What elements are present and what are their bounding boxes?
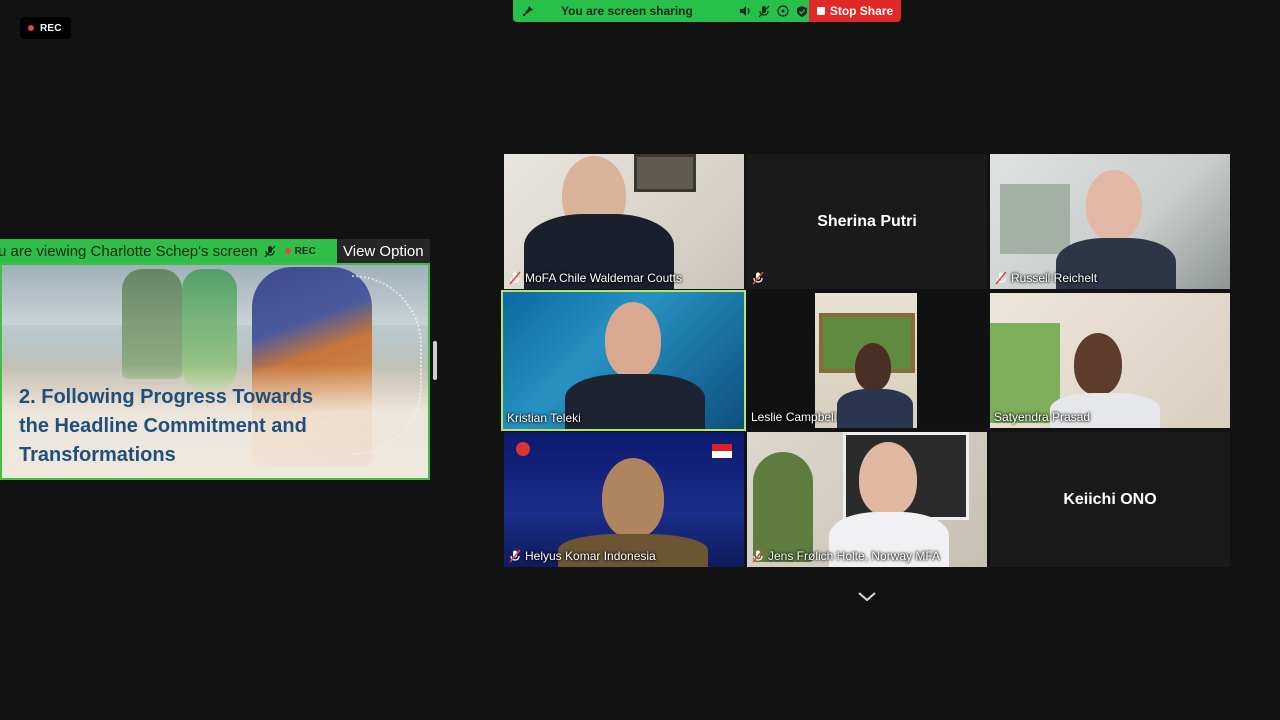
microphone-muted-icon[interactable] [757, 4, 771, 18]
slide-title: 2. Following Progress Towards the Headli… [19, 386, 314, 466]
participant-head [602, 458, 664, 538]
viewing-label: u are viewing Charlotte Schep's screen [0, 242, 258, 260]
participant-name-label: Russell Reichelt [994, 271, 1097, 285]
wall-picture [634, 154, 696, 192]
participant-name: Helyus Komar Indonesia [525, 549, 656, 563]
viewing-status: u are viewing Charlotte Schep's screen R… [0, 239, 337, 263]
participant-name: MoFA Chile Waldemar Coutts [525, 271, 682, 285]
recording-badge: REC [20, 17, 71, 39]
participant-name-label: MoFA Chile Waldemar Coutts [508, 271, 682, 285]
stop-icon [816, 7, 825, 15]
participant-name: Leslie Campbell [751, 410, 837, 424]
speaker-icon[interactable] [738, 4, 752, 18]
slide-photo-figure [122, 269, 182, 379]
viewing-rec-indicator: REC [284, 245, 316, 257]
participant-body [565, 374, 705, 429]
microphone-muted-icon [264, 245, 276, 258]
shield-icon[interactable] [795, 4, 809, 18]
microphone-muted-icon [994, 271, 1008, 285]
participant-name-label: Leslie Campbell [751, 410, 836, 424]
participant-name: Satyendra Prasad [994, 410, 1091, 424]
video-tile[interactable]: Leslie Campbell [747, 293, 987, 428]
video-tile[interactable]: Helyus Komar Indonesia [504, 432, 744, 567]
record-dot-icon [28, 25, 34, 31]
participant-name: Kristian Teleki [507, 411, 581, 425]
participant-name-label: Jens Frølich Holte, Norway MFA [751, 549, 940, 563]
background-plant [753, 452, 813, 562]
microphone-muted-icon [751, 549, 765, 563]
share-status: You are screen sharing [513, 0, 809, 22]
viewing-rec-label: REC [294, 245, 316, 257]
participant-head [859, 442, 917, 516]
video-tile[interactable]: Russell Reichelt [990, 154, 1230, 289]
video-tile-active-speaker[interactable]: Kristian Teleki [501, 290, 746, 431]
background-window [1000, 184, 1070, 254]
video-tile[interactable]: Keiichi ONO [990, 432, 1230, 567]
info-icon[interactable] [776, 4, 790, 18]
pin-icon[interactable] [521, 4, 535, 18]
stop-share-label: Stop Share [829, 4, 894, 18]
video-tile[interactable]: MoFA Chile Waldemar Coutts [504, 154, 744, 289]
participant-name-label [751, 271, 765, 285]
participant-head [1074, 333, 1122, 395]
participant-head [605, 302, 661, 378]
stop-share-button[interactable]: Stop Share [809, 0, 901, 22]
participant-head [1086, 170, 1142, 240]
recording-label: REC [40, 22, 62, 34]
shared-screen[interactable]: 2. Following Progress Towards the Headli… [0, 263, 430, 480]
participant-name-label: Helyus Komar Indonesia [508, 549, 656, 563]
record-dot-icon [284, 248, 291, 254]
participant-name: Jens Frølich Holte, Norway MFA [768, 549, 941, 563]
participant-name-center: Sherina Putri [817, 212, 917, 230]
participant-name-label: Kristian Teleki [507, 411, 581, 425]
video-tile[interactable]: Sherina Putri [747, 154, 987, 289]
view-options-button[interactable]: View Option [337, 239, 430, 263]
microphone-muted-icon [508, 271, 522, 285]
video-tile[interactable]: Jens Frølich Holte, Norway MFA [747, 432, 987, 567]
participant-name-label: Satyendra Prasad [994, 410, 1090, 424]
participant-name-center: Keiichi ONO [1063, 490, 1157, 508]
split-view-handle[interactable] [433, 341, 437, 380]
indonesia-flag-icon [712, 444, 732, 458]
ministry-logo [516, 442, 530, 456]
participant-head [855, 343, 891, 391]
video-tile[interactable]: Satyendra Prasad [990, 293, 1230, 428]
participant-name: Russell Reichelt [1011, 271, 1098, 285]
viewing-banner: u are viewing Charlotte Schep's screen R… [0, 239, 430, 263]
microphone-muted-icon [508, 549, 522, 563]
chevron-down-icon[interactable] [856, 590, 878, 604]
participant-body [837, 389, 913, 428]
screen-share-bar: You are screen sharing Stop Share [513, 0, 901, 22]
screen-sharing-label: You are screen sharing [561, 4, 693, 18]
microphone-muted-icon [751, 271, 765, 285]
